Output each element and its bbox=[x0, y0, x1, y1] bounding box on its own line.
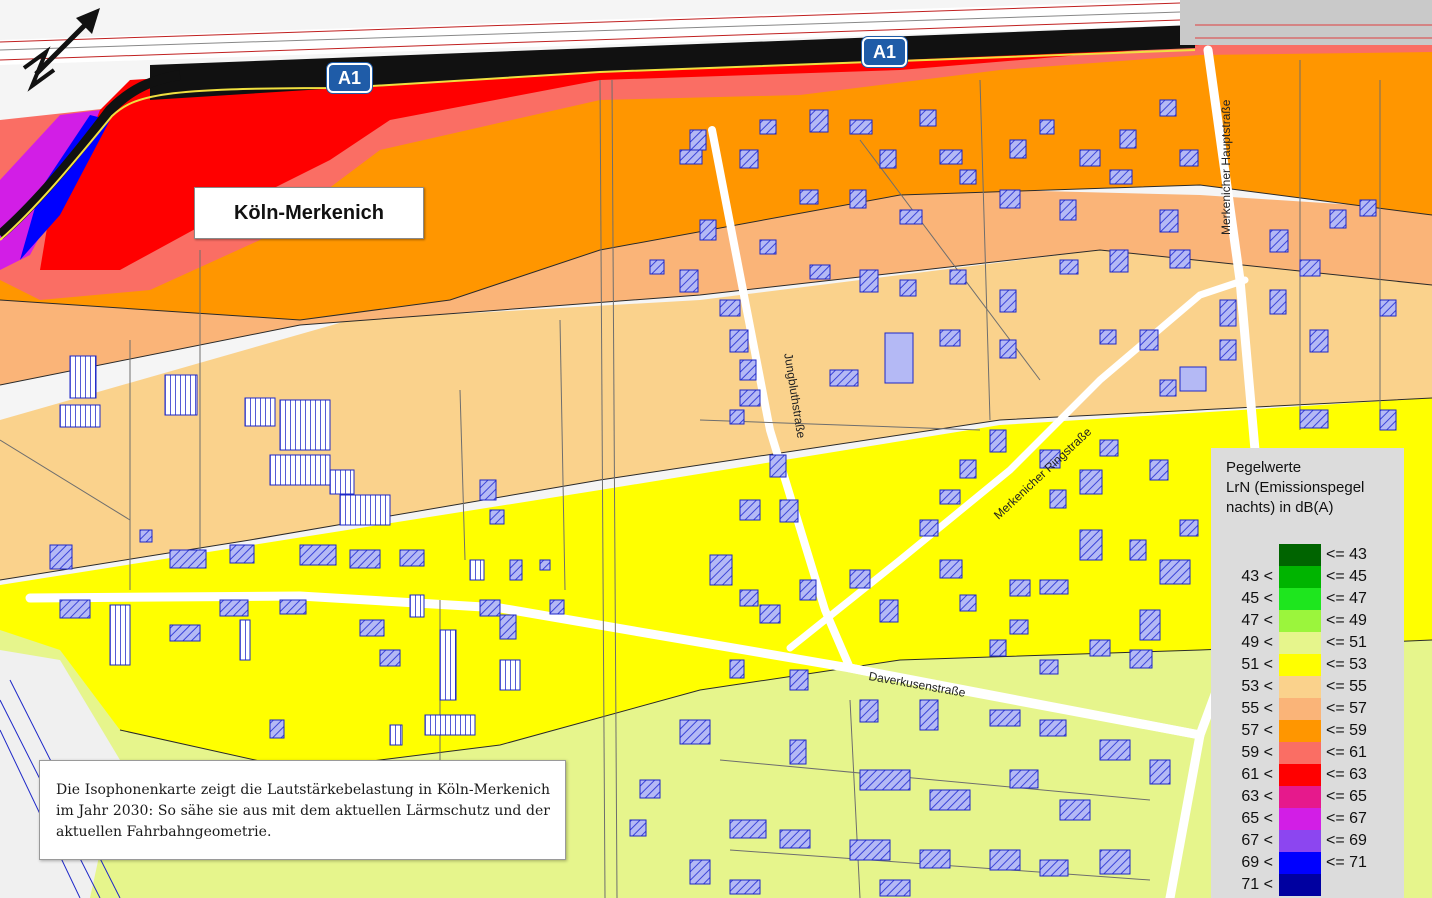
legend-swatch bbox=[1279, 742, 1321, 764]
legend-lower-bound: 49 < bbox=[1241, 634, 1273, 651]
legend-swatch bbox=[1279, 874, 1321, 896]
legend-upper-bound: <= 65 bbox=[1326, 788, 1367, 805]
legend-swatch bbox=[1279, 786, 1321, 808]
legend-swatch bbox=[1279, 808, 1321, 830]
legend-row: 61 < <= 63 bbox=[1211, 764, 1404, 786]
legend-swatch bbox=[1279, 632, 1321, 654]
legend-swatch bbox=[1279, 588, 1321, 610]
legend-upper-bound: <= 45 bbox=[1326, 568, 1367, 585]
legend-lower-bound: 65 < bbox=[1241, 810, 1273, 827]
motorway-shield: A1 bbox=[862, 37, 908, 67]
legend-row: 47 < <= 49 bbox=[1211, 610, 1404, 632]
legend-lower-bound: 57 < bbox=[1241, 722, 1273, 739]
legend: Pegelwerte LrN (Emissionspegel nachts) i… bbox=[1211, 448, 1404, 898]
place-label: Köln-Merkenich bbox=[194, 187, 424, 239]
legend-lower-bound: 47 < bbox=[1241, 612, 1273, 629]
north-arrow-icon bbox=[14, 4, 106, 96]
motorway-shield: A1 bbox=[327, 63, 373, 93]
legend-swatch bbox=[1279, 830, 1321, 852]
legend-swatch bbox=[1279, 676, 1321, 698]
legend-swatch bbox=[1279, 720, 1321, 742]
legend-lower-bound: 69 < bbox=[1241, 854, 1273, 871]
legend-upper-bound: <= 55 bbox=[1326, 678, 1367, 695]
legend-swatch bbox=[1279, 654, 1321, 676]
legend-lower-bound: 53 < bbox=[1241, 678, 1273, 695]
legend-lower-bound: 45 < bbox=[1241, 590, 1273, 607]
legend-upper-bound: <= 63 bbox=[1326, 766, 1367, 783]
legend-row: 45 < <= 47 bbox=[1211, 588, 1404, 610]
legend-swatch bbox=[1279, 566, 1321, 588]
map-caption: Die Isophonenkarte zeigt die Lautstärkeb… bbox=[39, 760, 566, 860]
legend-lower-bound: 51 < bbox=[1241, 656, 1273, 673]
legend-title-line: nachts) in dB(A) bbox=[1226, 499, 1334, 516]
legend-row: 71 < bbox=[1211, 874, 1404, 896]
legend-upper-bound: <= 49 bbox=[1326, 612, 1367, 629]
legend-title-line: LrN (Emissionspegel bbox=[1226, 479, 1365, 496]
legend-lower-bound: 63 < bbox=[1241, 788, 1273, 805]
legend-lower-bound: 71 < bbox=[1241, 876, 1273, 893]
legend-swatch bbox=[1279, 698, 1321, 720]
legend-title-line: Pegelwerte bbox=[1226, 459, 1302, 476]
legend-lower-bound: 55 < bbox=[1241, 700, 1273, 717]
legend-row: 43 < <= 45 bbox=[1211, 566, 1404, 588]
legend-swatch bbox=[1279, 764, 1321, 786]
legend-lower-bound: 67 < bbox=[1241, 832, 1273, 849]
legend-row: 65 < <= 67 bbox=[1211, 808, 1404, 830]
legend-row: 49 < <= 51 bbox=[1211, 632, 1404, 654]
legend-swatch bbox=[1279, 610, 1321, 632]
legend-row: 51 < <= 53 bbox=[1211, 654, 1404, 676]
legend-upper-bound: <= 51 bbox=[1326, 634, 1367, 651]
legend-swatch bbox=[1279, 544, 1321, 566]
legend-swatch bbox=[1279, 852, 1321, 874]
legend-upper-bound: <= 71 bbox=[1326, 854, 1367, 871]
legend-upper-bound: <= 53 bbox=[1326, 656, 1367, 673]
legend-row: 69 < <= 71 bbox=[1211, 852, 1404, 874]
legend-upper-bound: <= 67 bbox=[1326, 810, 1367, 827]
legend-row: 55 < <= 57 bbox=[1211, 698, 1404, 720]
legend-upper-bound: <= 57 bbox=[1326, 700, 1367, 717]
legend-row: <= 43 bbox=[1211, 544, 1404, 566]
legend-row: 53 < <= 55 bbox=[1211, 676, 1404, 698]
legend-row: 57 < <= 59 bbox=[1211, 720, 1404, 742]
legend-lower-bound: 59 < bbox=[1241, 744, 1273, 761]
legend-row: 59 < <= 61 bbox=[1211, 742, 1404, 764]
legend-title: Pegelwerte LrN (Emissionspegel nachts) i… bbox=[1226, 458, 1364, 518]
legend-upper-bound: <= 47 bbox=[1326, 590, 1367, 607]
legend-row: 63 < <= 65 bbox=[1211, 786, 1404, 808]
legend-upper-bound: <= 69 bbox=[1326, 832, 1367, 849]
legend-upper-bound: <= 61 bbox=[1326, 744, 1367, 761]
legend-row: 67 < <= 69 bbox=[1211, 830, 1404, 852]
legend-upper-bound: <= 59 bbox=[1326, 722, 1367, 739]
street-label-merkenicher-hauptstrasse: Merkenicher Hauptstraße bbox=[1219, 99, 1233, 235]
legend-lower-bound: 61 < bbox=[1241, 766, 1273, 783]
noise-map: Köln-Merkenich A1 A1 Jungbluthstraße Mer… bbox=[0, 0, 1432, 898]
legend-lower-bound: 43 < bbox=[1241, 568, 1273, 585]
legend-upper-bound: <= 43 bbox=[1326, 546, 1367, 563]
